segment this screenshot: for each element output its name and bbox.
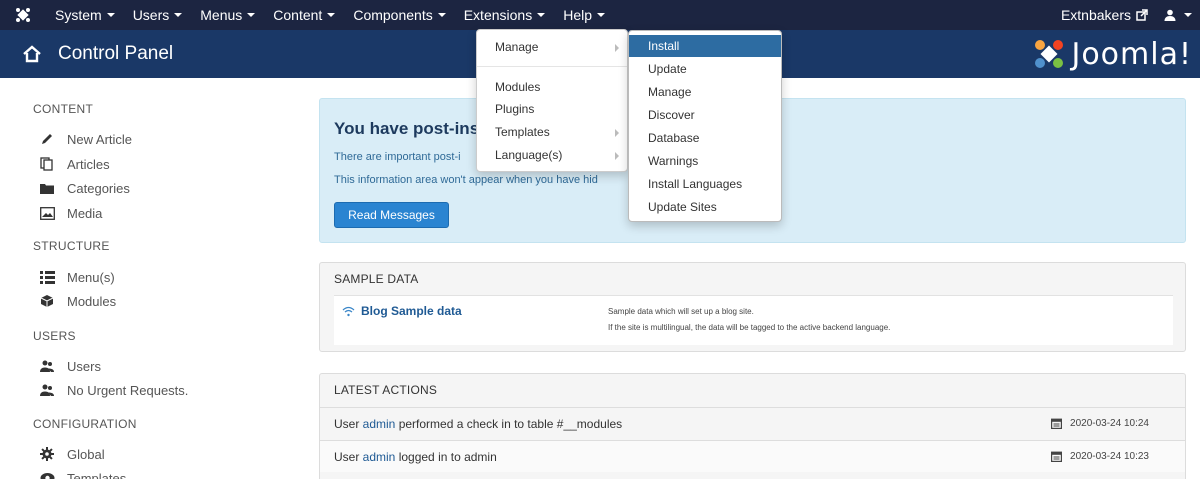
sidebar-item-global[interactable]: Global bbox=[40, 444, 105, 464]
extensions-dropdown: Manage Modules Plugins Templates Languag… bbox=[476, 29, 628, 172]
submenu-item-update[interactable]: Update bbox=[629, 58, 781, 80]
submenu-item-database[interactable]: Database bbox=[629, 127, 781, 149]
submenu-item-update-sites[interactable]: Update Sites bbox=[629, 196, 781, 218]
chevron-right-icon bbox=[615, 152, 619, 160]
panel-title: LATEST ACTIONS bbox=[334, 383, 438, 397]
cube-icon bbox=[40, 294, 60, 308]
submenu-item-install[interactable]: Install bbox=[629, 35, 781, 57]
menu-item-templates[interactable]: Templates bbox=[495, 125, 550, 139]
sample-data-desc: If the site is multilingual, the data wi… bbox=[608, 323, 891, 332]
caret-down-icon bbox=[597, 13, 605, 17]
submenu-item-manage[interactable]: Manage bbox=[629, 81, 781, 103]
table-row: User admin performed a check in to table… bbox=[320, 407, 1185, 439]
panel-title: SAMPLE DATA bbox=[334, 272, 419, 286]
menu-extensions[interactable]: Extensions bbox=[455, 0, 554, 30]
joomla-logo-icon[interactable] bbox=[0, 0, 46, 30]
sidebar-item-categories[interactable]: Categories bbox=[40, 178, 130, 198]
caret-down-icon bbox=[174, 13, 183, 17]
user-link[interactable]: admin bbox=[363, 417, 396, 431]
sample-data-desc: Sample data which will set up a blog sit… bbox=[608, 307, 754, 316]
sidebar-item-users[interactable]: Users bbox=[40, 356, 101, 376]
calendar-icon bbox=[1051, 451, 1063, 462]
menu-content[interactable]: Content bbox=[264, 0, 344, 30]
read-messages-button[interactable]: Read Messages bbox=[334, 202, 449, 228]
sample-data-row: Blog Sample data Sample data which will … bbox=[334, 295, 1173, 345]
sidebar-item-menus[interactable]: Menu(s) bbox=[40, 267, 115, 287]
users-icon bbox=[40, 360, 60, 373]
caret-down-icon bbox=[247, 13, 256, 17]
submenu-item-install-languages[interactable]: Install Languages bbox=[629, 173, 781, 195]
chevron-right-icon bbox=[615, 129, 619, 137]
sidebar-section-users: USERS bbox=[33, 329, 76, 343]
home-icon bbox=[23, 45, 41, 63]
list-icon bbox=[40, 270, 60, 284]
caret-down-icon bbox=[437, 13, 446, 17]
menu-components[interactable]: Components bbox=[344, 0, 454, 30]
table-row: User admin logged in to admin 2020-03-24… bbox=[320, 440, 1185, 472]
action-date: 2020-03-24 10:24 bbox=[1051, 418, 1149, 429]
caret-down-icon bbox=[106, 13, 115, 17]
sidebar-item-new-article[interactable]: New Article bbox=[40, 129, 132, 149]
page-title: Control Panel bbox=[58, 43, 174, 64]
blog-sample-data-link[interactable]: Blog Sample data bbox=[342, 304, 462, 318]
sidebar-item-requests[interactable]: No Urgent Requests. bbox=[40, 380, 188, 400]
site-link[interactable]: Extnbakers bbox=[1053, 0, 1156, 30]
menu-item-languages[interactable]: Language(s) bbox=[495, 148, 562, 162]
caret-down-icon bbox=[537, 13, 546, 17]
sidebar-item-templates[interactable]: Templates bbox=[40, 468, 126, 479]
sidebar-section-configuration: CONFIGURATION bbox=[33, 417, 137, 431]
submenu-item-warnings[interactable]: Warnings bbox=[629, 150, 781, 172]
joomla-brand: Joomla! bbox=[1033, 36, 1192, 72]
action-text: User admin logged in to admin bbox=[334, 450, 497, 464]
joomla-flower-icon bbox=[1035, 40, 1064, 68]
menu-item-plugins[interactable]: Plugins bbox=[495, 102, 534, 116]
sidebar-item-modules[interactable]: Modules bbox=[40, 291, 116, 311]
menu-item-modules[interactable]: Modules bbox=[495, 80, 540, 94]
action-date: 2020-03-24 10:23 bbox=[1051, 451, 1149, 462]
wifi-icon bbox=[342, 306, 355, 316]
menu-item-manage[interactable]: Manage bbox=[495, 40, 538, 54]
alert-text: There are important post-i bbox=[334, 151, 461, 163]
menu-system[interactable]: System bbox=[46, 0, 124, 30]
chevron-right-icon bbox=[615, 44, 619, 52]
users-icon bbox=[40, 384, 60, 397]
external-link-icon bbox=[1136, 9, 1148, 21]
top-navbar: System Users Menus Content Components Ex… bbox=[0, 0, 1200, 30]
sidebar-item-media[interactable]: Media bbox=[40, 203, 102, 223]
folder-icon bbox=[40, 182, 60, 195]
menu-menus[interactable]: Menus bbox=[191, 0, 264, 30]
alert-heading: You have post-ins bbox=[334, 119, 480, 138]
sidebar-section-structure: STRUCTURE bbox=[33, 239, 110, 253]
sidebar-section-content: CONTENT bbox=[33, 102, 94, 116]
calendar-icon bbox=[1051, 418, 1063, 429]
caret-down-icon bbox=[1184, 13, 1192, 17]
action-text: User admin performed a check in to table… bbox=[334, 417, 623, 431]
menu-divider bbox=[477, 66, 627, 67]
user-link[interactable]: admin bbox=[363, 450, 396, 464]
manage-submenu: Install Update Manage Discover Database … bbox=[628, 30, 782, 222]
user-menu[interactable] bbox=[1156, 0, 1200, 30]
caret-down-icon bbox=[327, 13, 336, 17]
image-icon bbox=[40, 206, 60, 220]
latest-actions-panel: LATEST ACTIONS User admin performed a ch… bbox=[319, 373, 1186, 479]
menu-users[interactable]: Users bbox=[124, 0, 192, 30]
sidebar: CONTENT New Article Articles Categories … bbox=[0, 78, 300, 479]
user-icon bbox=[1164, 9, 1176, 21]
submenu-item-discover[interactable]: Discover bbox=[629, 104, 781, 126]
brand-wordmark: Joomla! bbox=[1071, 36, 1192, 72]
sidebar-item-articles[interactable]: Articles bbox=[40, 154, 110, 174]
alert-text: This information area won't appear when … bbox=[334, 174, 598, 186]
stack-icon bbox=[40, 157, 60, 171]
cog-icon bbox=[40, 447, 60, 461]
menu-help[interactable]: Help bbox=[554, 0, 614, 30]
pencil-icon bbox=[40, 132, 60, 146]
eye-icon bbox=[40, 472, 60, 479]
sample-data-panel: SAMPLE DATA Blog Sample data Sample data… bbox=[319, 262, 1186, 352]
